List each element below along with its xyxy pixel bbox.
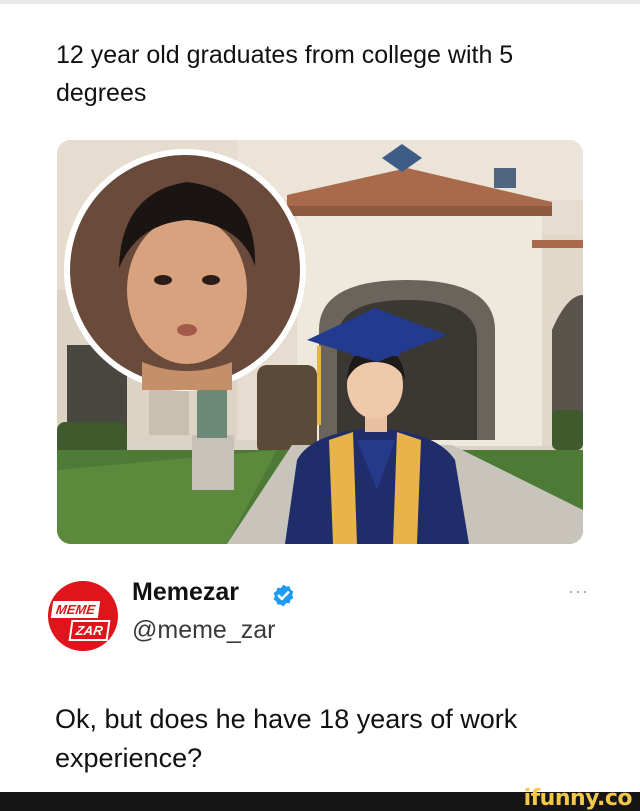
verified-badge-icon bbox=[273, 584, 294, 607]
ifunny-watermark: ifunny.co bbox=[523, 786, 633, 811]
top-divider bbox=[0, 0, 640, 4]
avatar-logo-top: MEME bbox=[50, 601, 101, 618]
post-headline: 12 year old graduates from college with … bbox=[56, 41, 514, 107]
author-name[interactable]: Memezar bbox=[132, 578, 239, 607]
avatar-logo-bottom: ZAR bbox=[68, 620, 111, 641]
author-avatar[interactable]: MEME ZAR bbox=[48, 581, 118, 651]
post-photo[interactable] bbox=[57, 140, 583, 544]
more-options-icon[interactable]: ··· bbox=[568, 581, 589, 602]
post-body: Ok, but does he have 18 years of work ex… bbox=[55, 704, 518, 773]
graduation-photo-image bbox=[57, 140, 583, 544]
author-handle[interactable]: @meme_zar bbox=[132, 616, 275, 645]
footer-bar: ifunny.co bbox=[0, 787, 640, 811]
